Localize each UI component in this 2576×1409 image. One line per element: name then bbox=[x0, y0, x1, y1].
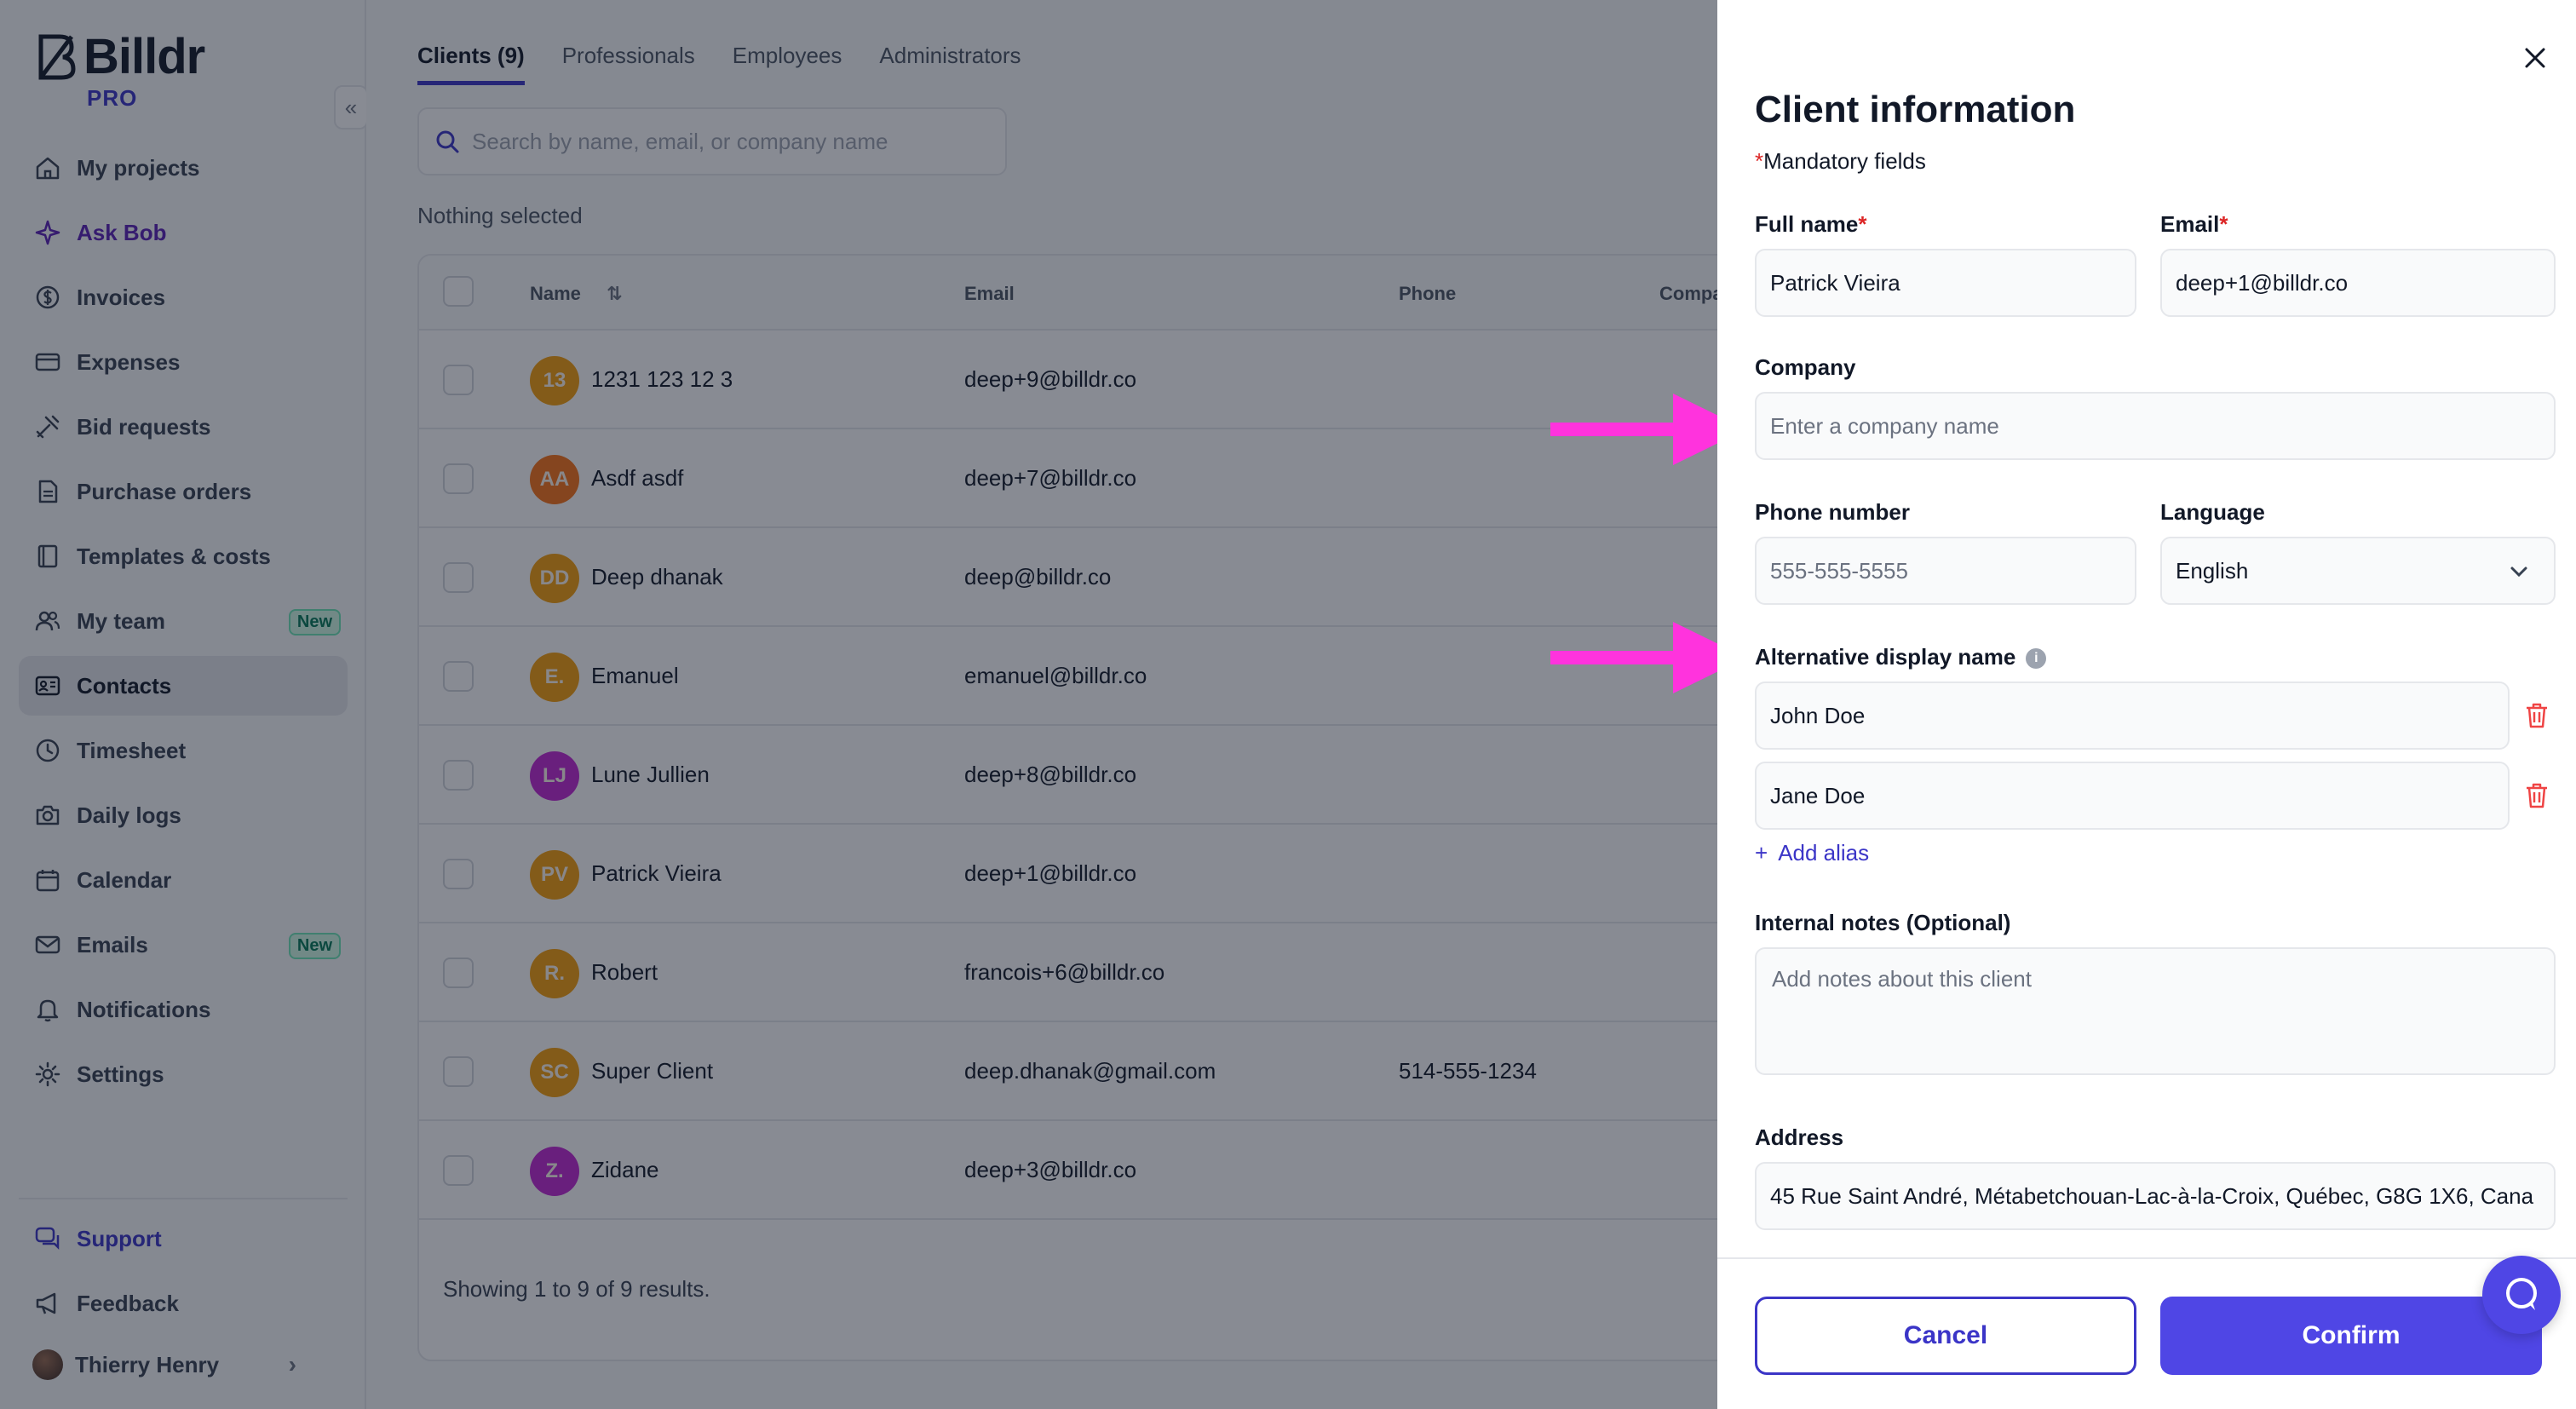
full-name-label: Full name* bbox=[1755, 211, 1866, 238]
address-field[interactable]: 45 Rue Saint André, Métabetchouan-Lac-à-… bbox=[1755, 1162, 2556, 1230]
phone-field[interactable]: 555-555-5555 bbox=[1755, 537, 2136, 605]
notes-textarea[interactable]: Add notes about this client bbox=[1755, 947, 2556, 1075]
alias-field[interactable]: John Doe bbox=[1755, 681, 2510, 750]
close-icon bbox=[2525, 48, 2545, 68]
add-alias-button[interactable]: + Add alias bbox=[1755, 840, 1869, 866]
language-label: Language bbox=[2160, 499, 2265, 525]
notes-label: Internal notes (Optional) bbox=[1755, 910, 2011, 935]
trash-icon bbox=[2527, 783, 2547, 808]
delete-alias-button[interactable] bbox=[2521, 780, 2552, 811]
delete-alias-button[interactable] bbox=[2521, 700, 2552, 731]
client-information-drawer: Client information *Mandatory fields Ful… bbox=[1717, 0, 2576, 1409]
alias-label: Alternative display name i bbox=[1755, 644, 2047, 670]
required-mark: * bbox=[1755, 148, 1764, 174]
required-mark: * bbox=[1858, 211, 1867, 237]
cancel-button[interactable]: Cancel bbox=[1755, 1297, 2136, 1375]
language-value: English bbox=[2176, 557, 2249, 584]
language-select[interactable]: English bbox=[2160, 537, 2556, 605]
chat-support-button[interactable] bbox=[2482, 1256, 2561, 1334]
email-field[interactable]: deep+1@billdr.co bbox=[2160, 249, 2556, 317]
info-icon[interactable]: i bbox=[2026, 648, 2047, 670]
chevron-down-icon bbox=[2510, 566, 2527, 578]
trash-icon bbox=[2527, 703, 2547, 728]
full-name-label-text: Full name bbox=[1755, 211, 1859, 237]
close-button[interactable] bbox=[2515, 37, 2556, 78]
phone-label: Phone number bbox=[1755, 499, 1911, 525]
email-label-text: Email bbox=[2160, 211, 2220, 237]
full-name-field[interactable]: Patrick Vieira bbox=[1755, 249, 2136, 317]
add-alias-label: Add alias bbox=[1778, 840, 1870, 866]
required-mark: * bbox=[2219, 211, 2228, 237]
drawer-title: Client information bbox=[1755, 89, 2076, 130]
mandatory-note-text: Mandatory fields bbox=[1763, 148, 1926, 174]
alias-label-text: Alternative display name bbox=[1755, 644, 2016, 670]
alias-field[interactable]: Jane Doe bbox=[1755, 762, 2510, 830]
company-field[interactable]: Enter a company name bbox=[1755, 392, 2556, 460]
address-label: Address bbox=[1755, 1124, 1844, 1150]
mandatory-note: *Mandatory fields bbox=[1755, 148, 1926, 175]
plus-icon: + bbox=[1755, 840, 1768, 866]
chat-icon bbox=[2506, 1278, 2537, 1310]
email-label: Email* bbox=[2160, 211, 2228, 238]
drawer-footer: Cancel Confirm bbox=[1717, 1257, 2576, 1409]
modal-backdrop[interactable] bbox=[0, 0, 1717, 1409]
company-label: Company bbox=[1755, 354, 1856, 380]
